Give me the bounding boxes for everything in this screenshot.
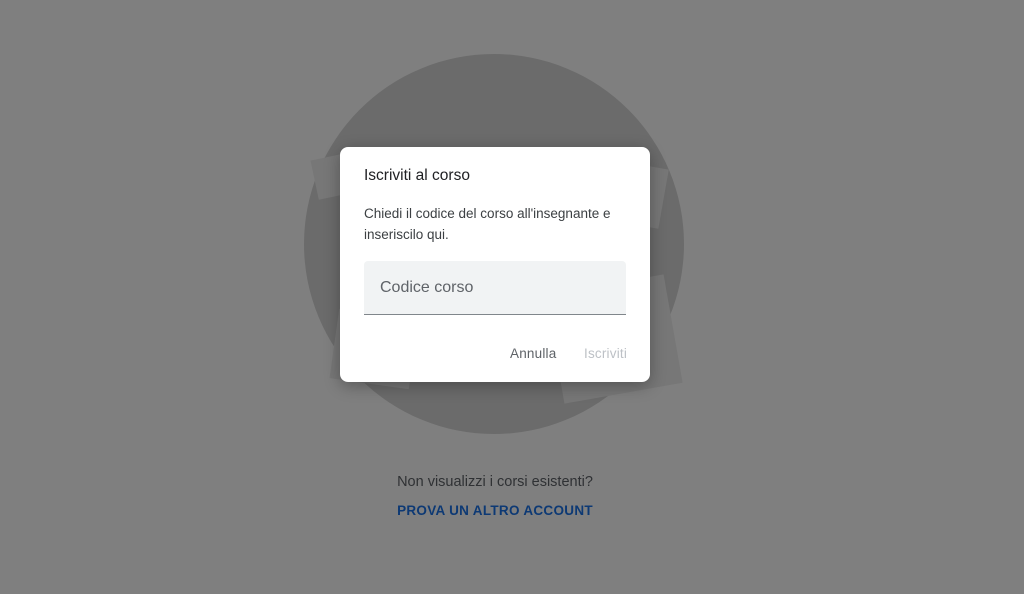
dialog-title: Iscriviti al corso bbox=[364, 167, 470, 184]
join-button[interactable]: Iscriviti bbox=[584, 346, 627, 361]
cancel-button[interactable]: Annulla bbox=[510, 346, 556, 361]
class-code-field[interactable] bbox=[364, 261, 626, 315]
class-code-input[interactable] bbox=[364, 261, 626, 314]
dialog-description: Chiedi il codice del corso all'insegnant… bbox=[364, 206, 611, 242]
join-class-dialog: Iscriviti al corso Chiedi il codice del … bbox=[340, 147, 650, 382]
